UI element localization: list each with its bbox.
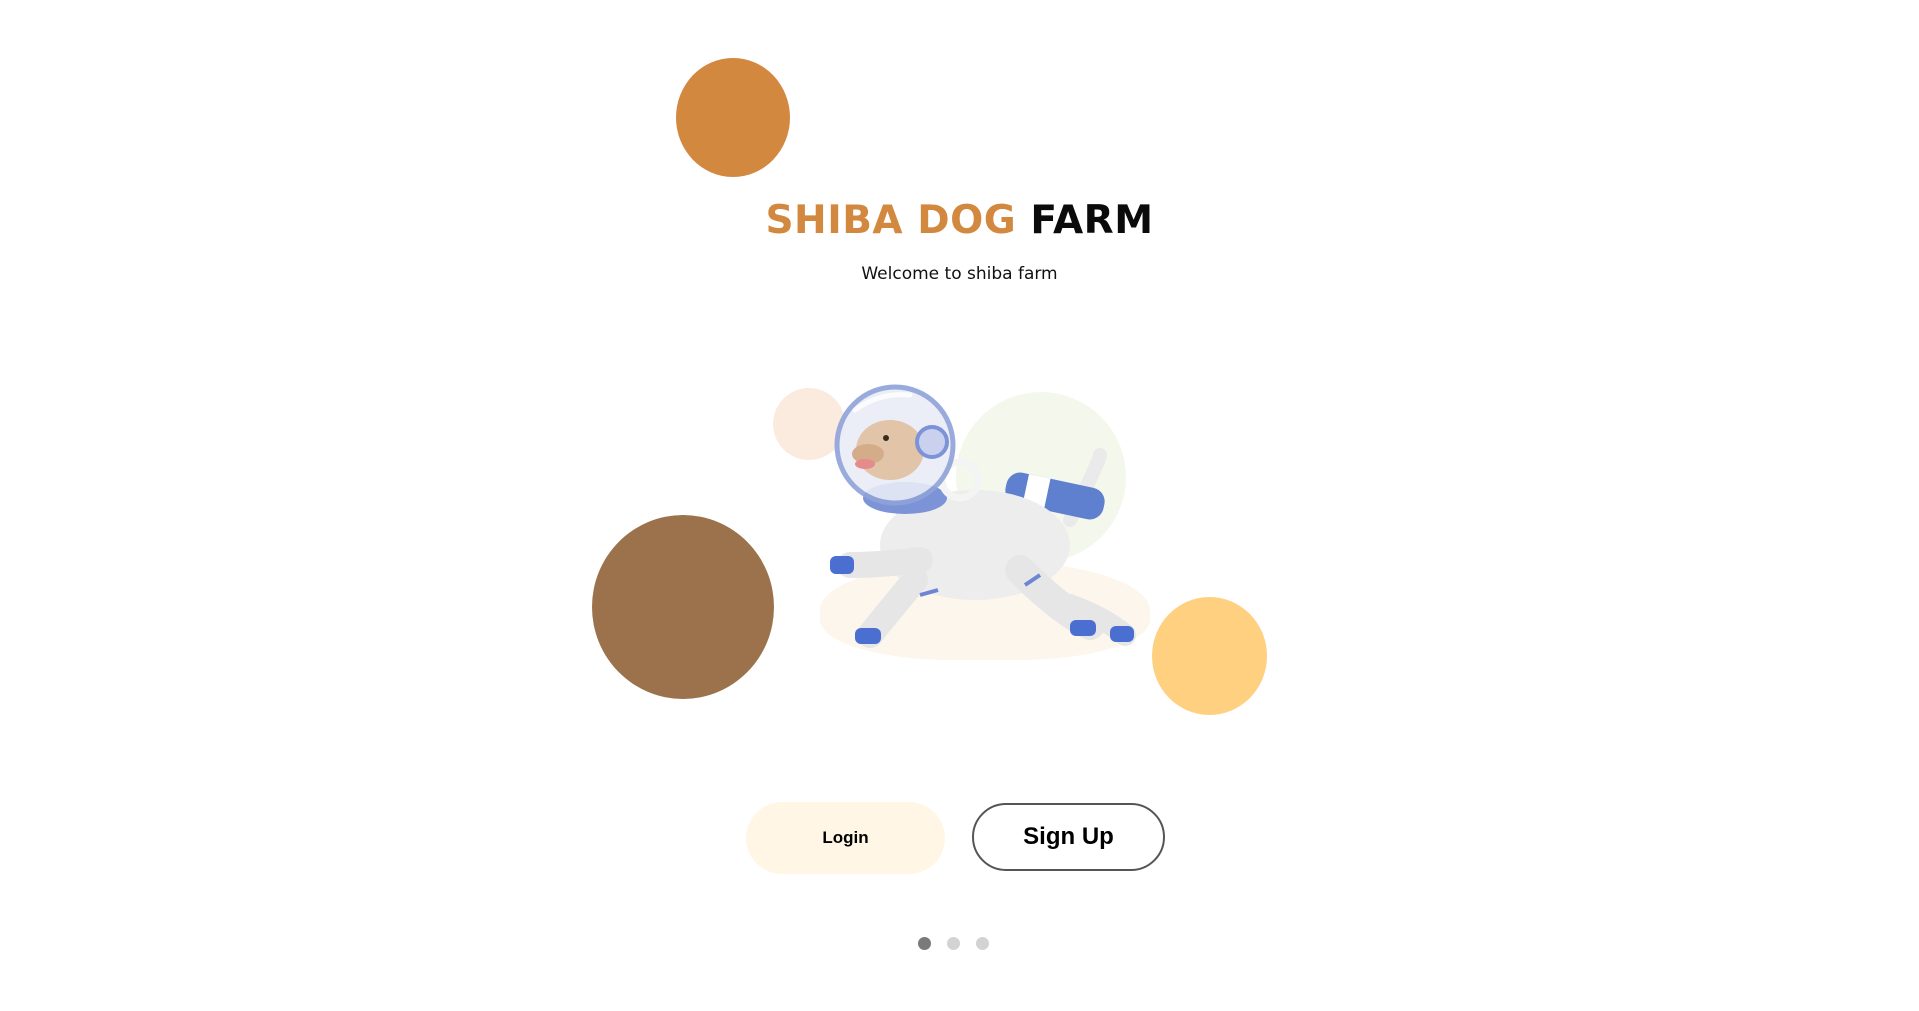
pagination-dot-3[interactable] [976, 937, 989, 950]
app-title-rest: FARM [1030, 198, 1154, 243]
astronaut-dog-illustration [830, 384, 1136, 648]
pagination-dots [918, 937, 989, 950]
login-button[interactable]: Login [746, 802, 945, 874]
pagination-dot-1[interactable] [918, 937, 931, 950]
signup-button[interactable]: Sign Up [972, 803, 1165, 871]
decor-circle-orange [676, 58, 790, 177]
app-title-accent: SHIBA DOG [765, 198, 1017, 243]
welcome-subtitle: Welcome to shiba farm [861, 264, 1058, 284]
decor-circle-brown [592, 515, 774, 699]
pagination-dot-2[interactable] [947, 937, 960, 950]
decor-circle-yellow [1152, 597, 1267, 715]
app-title: SHIBA DOG FARM [0, 198, 1919, 243]
